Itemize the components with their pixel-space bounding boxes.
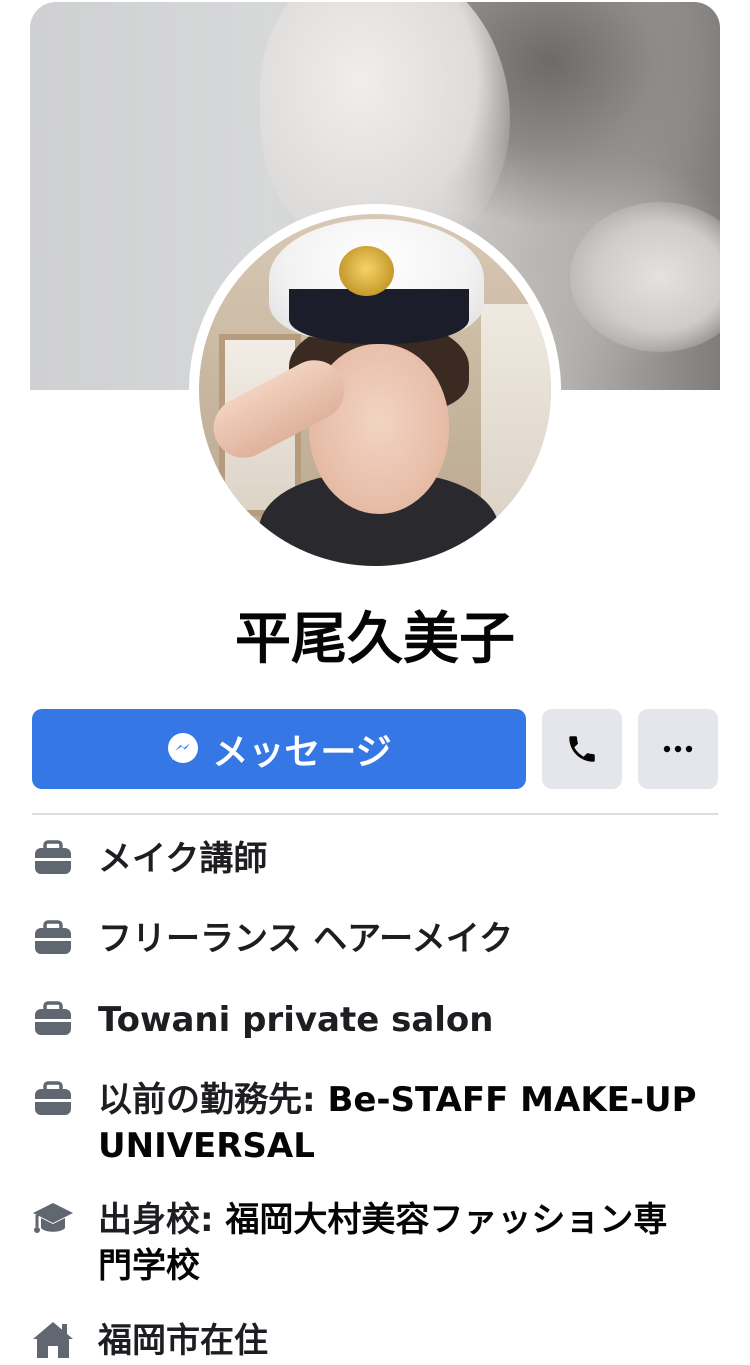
cover-photo-hand <box>570 202 720 352</box>
phone-icon <box>569 736 595 762</box>
briefcase-icon <box>35 1001 71 1035</box>
detail-text: 福岡市在住 <box>98 1321 268 1361</box>
detail-prefix: 以前の勤務先: <box>98 1080 328 1120</box>
messenger-icon <box>168 733 199 763</box>
home-icon <box>33 1322 73 1358</box>
detail-text: Towani private salon <box>98 1000 494 1040</box>
profile-picture[interactable] <box>199 214 551 566</box>
briefcase-icon <box>35 920 71 954</box>
more-options-button[interactable] <box>638 709 718 789</box>
message-button-label: メッセージ <box>212 732 392 773</box>
detail-text: メイク講師 <box>98 839 268 879</box>
briefcase-icon <box>35 840 71 874</box>
call-button[interactable] <box>542 709 622 789</box>
detail-text: 出身校: 福岡大村美容ファッション専門学校 <box>98 1197 698 1289</box>
ellipsis-icon <box>663 745 693 753</box>
section-divider <box>32 813 718 815</box>
profile-name: 平尾久美子 <box>235 607 515 672</box>
message-button[interactable]: メッセージ <box>32 709 526 789</box>
detail-prefix: 出身校: <box>98 1200 226 1240</box>
detail-text: 以前の勤務先: Be-STAFF MAKE-UP UNIVERSAL <box>98 1077 698 1169</box>
graduation-cap-icon <box>33 1203 73 1233</box>
briefcase-icon <box>35 1081 71 1115</box>
avatar-cap-badge <box>339 246 394 296</box>
avatar-cap-band <box>289 289 469 344</box>
detail-text: フリーランス ヘアーメイク <box>98 919 514 959</box>
